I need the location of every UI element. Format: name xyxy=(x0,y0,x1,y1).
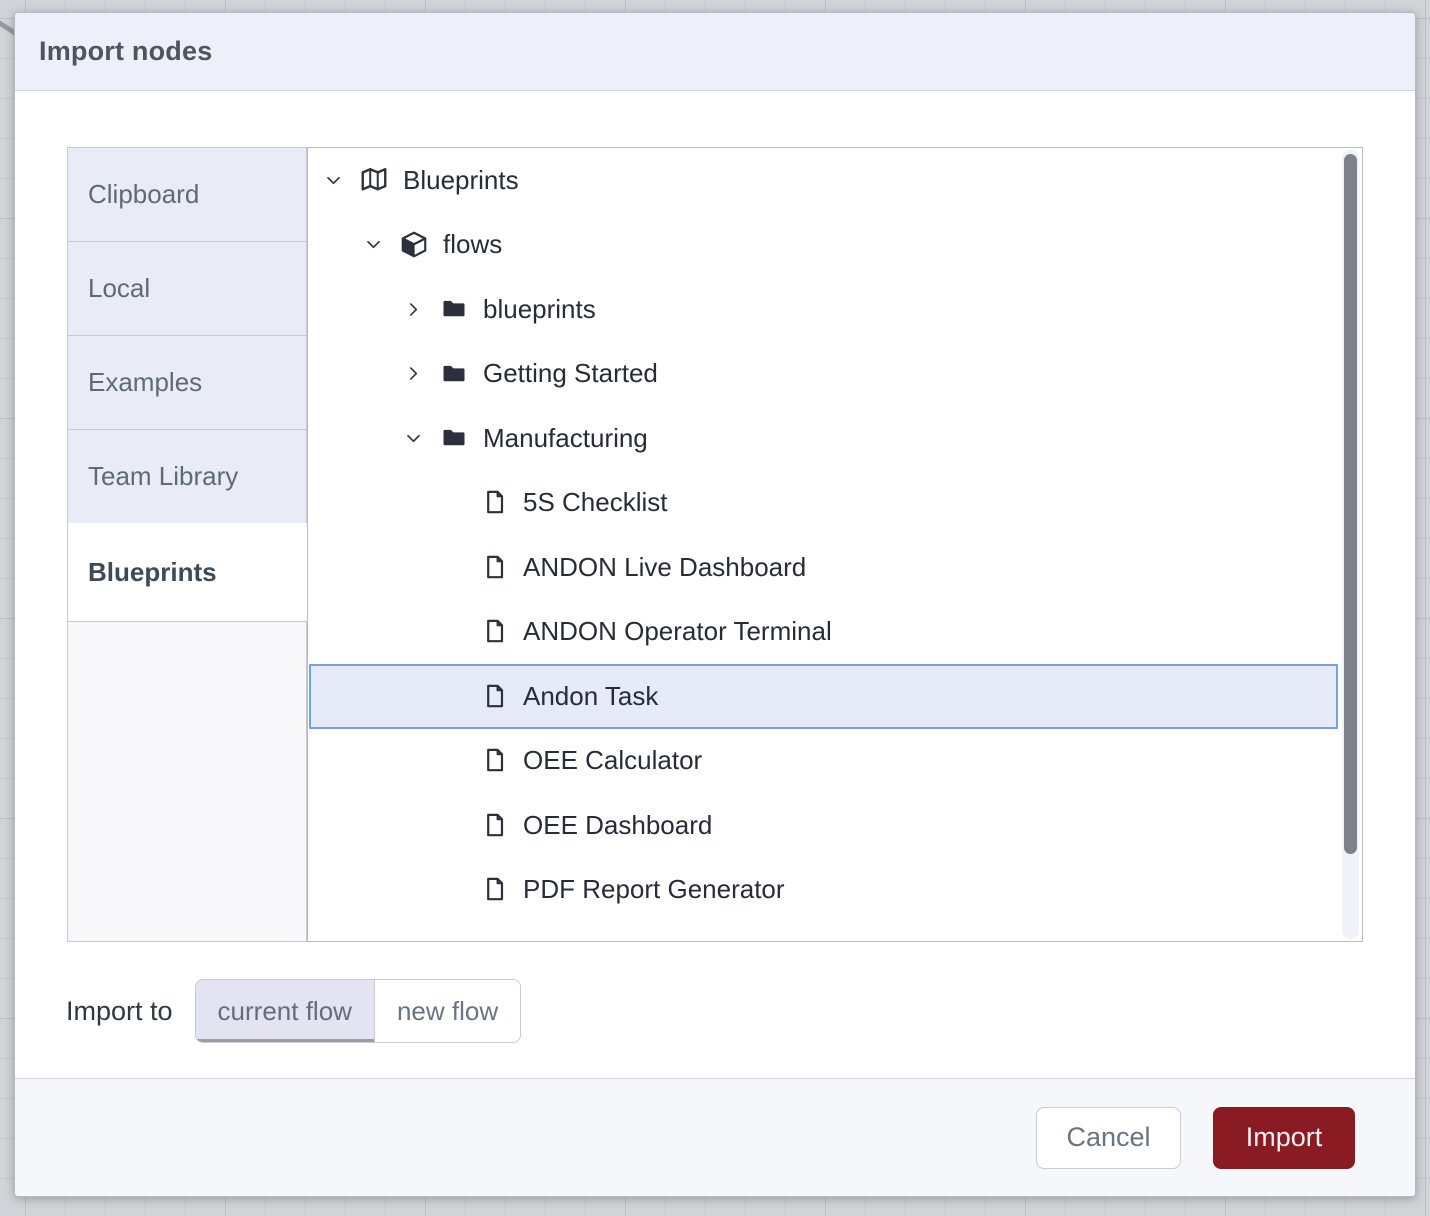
library-source-tabs: ClipboardLocalExamplesTeam LibraryBluepr… xyxy=(67,147,307,942)
tree-item-pdf-report-generator[interactable]: PDF Report Generator xyxy=(309,858,1338,923)
tree-item-andon-task[interactable]: Andon Task xyxy=(309,664,1338,729)
chevron-right-icon[interactable] xyxy=(403,364,423,383)
tree-item-performance-operator-terminal[interactable]: Performance Operator Terminal xyxy=(309,922,1338,940)
file-icon xyxy=(479,553,509,582)
tree-item-label: Performance Operator Terminal xyxy=(523,939,887,940)
chevron-right-icon[interactable] xyxy=(403,300,423,319)
import-nodes-dialog: Import nodes ClipboardLocalExamplesTeam … xyxy=(14,12,1416,1197)
file-icon xyxy=(479,746,509,775)
import-to-row: Import to current flownew flow xyxy=(66,979,521,1043)
tree-item-5s-checklist[interactable]: 5S Checklist xyxy=(309,471,1338,536)
tree-item-manufacturing[interactable]: Manufacturing xyxy=(309,406,1338,471)
cancel-button[interactable]: Cancel xyxy=(1036,1107,1181,1169)
tab-team-library[interactable]: Team Library xyxy=(67,429,307,524)
tree-item-label: OEE Calculator xyxy=(523,745,702,776)
tree-item-andon-live-dashboard[interactable]: ANDON Live Dashboard xyxy=(309,535,1338,600)
folder-icon xyxy=(439,360,469,388)
tree-item-label: Getting Started xyxy=(483,358,658,389)
tab-examples[interactable]: Examples xyxy=(67,335,307,430)
tree-item-label: ANDON Live Dashboard xyxy=(523,552,806,583)
tree-item-label: Andon Task xyxy=(523,681,658,712)
file-icon xyxy=(479,617,509,646)
tree-scrollbar-thumb[interactable] xyxy=(1344,154,1357,854)
import-to-segmented-control: current flownew flow xyxy=(195,979,522,1043)
library-tree: Blueprints flows blueprints Getting Started… xyxy=(309,148,1338,940)
import-to-current-flow-button[interactable]: current flow xyxy=(196,980,375,1042)
dialog-footer: Cancel Import xyxy=(15,1078,1415,1196)
import-to-label: Import to xyxy=(66,996,173,1027)
library-browser: ClipboardLocalExamplesTeam LibraryBluepr… xyxy=(67,147,1363,942)
flow-editor-canvas: Import nodes ClipboardLocalExamplesTeam … xyxy=(0,0,1430,1216)
tab-local[interactable]: Local xyxy=(67,241,307,336)
tree-item-blueprints[interactable]: Blueprints xyxy=(309,148,1338,213)
tree-item-andon-operator-terminal[interactable]: ANDON Operator Terminal xyxy=(309,600,1338,665)
cube-icon xyxy=(399,229,429,260)
folder-icon xyxy=(439,424,469,452)
library-tree-panel: Blueprints flows blueprints Getting Started… xyxy=(307,147,1363,942)
tree-item-label: flows xyxy=(443,229,502,260)
file-icon xyxy=(479,682,509,711)
chevron-down-icon[interactable] xyxy=(363,235,383,254)
folder-icon xyxy=(439,295,469,323)
tree-item-label: 5S Checklist xyxy=(523,487,668,518)
file-icon xyxy=(479,811,509,840)
file-icon xyxy=(479,488,509,517)
tree-item-flows[interactable]: flows xyxy=(309,213,1338,278)
import-button[interactable]: Import xyxy=(1213,1107,1355,1169)
tab-blueprints[interactable]: Blueprints xyxy=(67,523,307,622)
tree-item-blueprints[interactable]: blueprints xyxy=(309,277,1338,342)
tab-column-filler xyxy=(67,621,307,942)
tree-item-label: ANDON Operator Terminal xyxy=(523,616,832,647)
tree-item-label: blueprints xyxy=(483,294,596,325)
tree-item-label: Blueprints xyxy=(403,165,519,196)
tree-item-label: Manufacturing xyxy=(483,423,648,454)
tree-item-oee-calculator[interactable]: OEE Calculator xyxy=(309,729,1338,794)
dialog-title: Import nodes xyxy=(39,36,212,67)
tree-scrollbar-track[interactable] xyxy=(1342,150,1359,939)
file-icon xyxy=(479,875,509,904)
tree-item-label: OEE Dashboard xyxy=(523,810,712,841)
chevron-down-icon[interactable] xyxy=(403,429,423,448)
tab-clipboard[interactable]: Clipboard xyxy=(67,147,307,242)
tree-item-oee-dashboard[interactable]: OEE Dashboard xyxy=(309,793,1338,858)
dialog-header: Import nodes xyxy=(15,13,1415,91)
chevron-down-icon[interactable] xyxy=(323,171,343,190)
import-to-new-flow-button[interactable]: new flow xyxy=(375,980,520,1042)
tree-item-label: PDF Report Generator xyxy=(523,874,785,905)
tree-item-getting-started[interactable]: Getting Started xyxy=(309,342,1338,407)
map-icon xyxy=(359,165,389,196)
